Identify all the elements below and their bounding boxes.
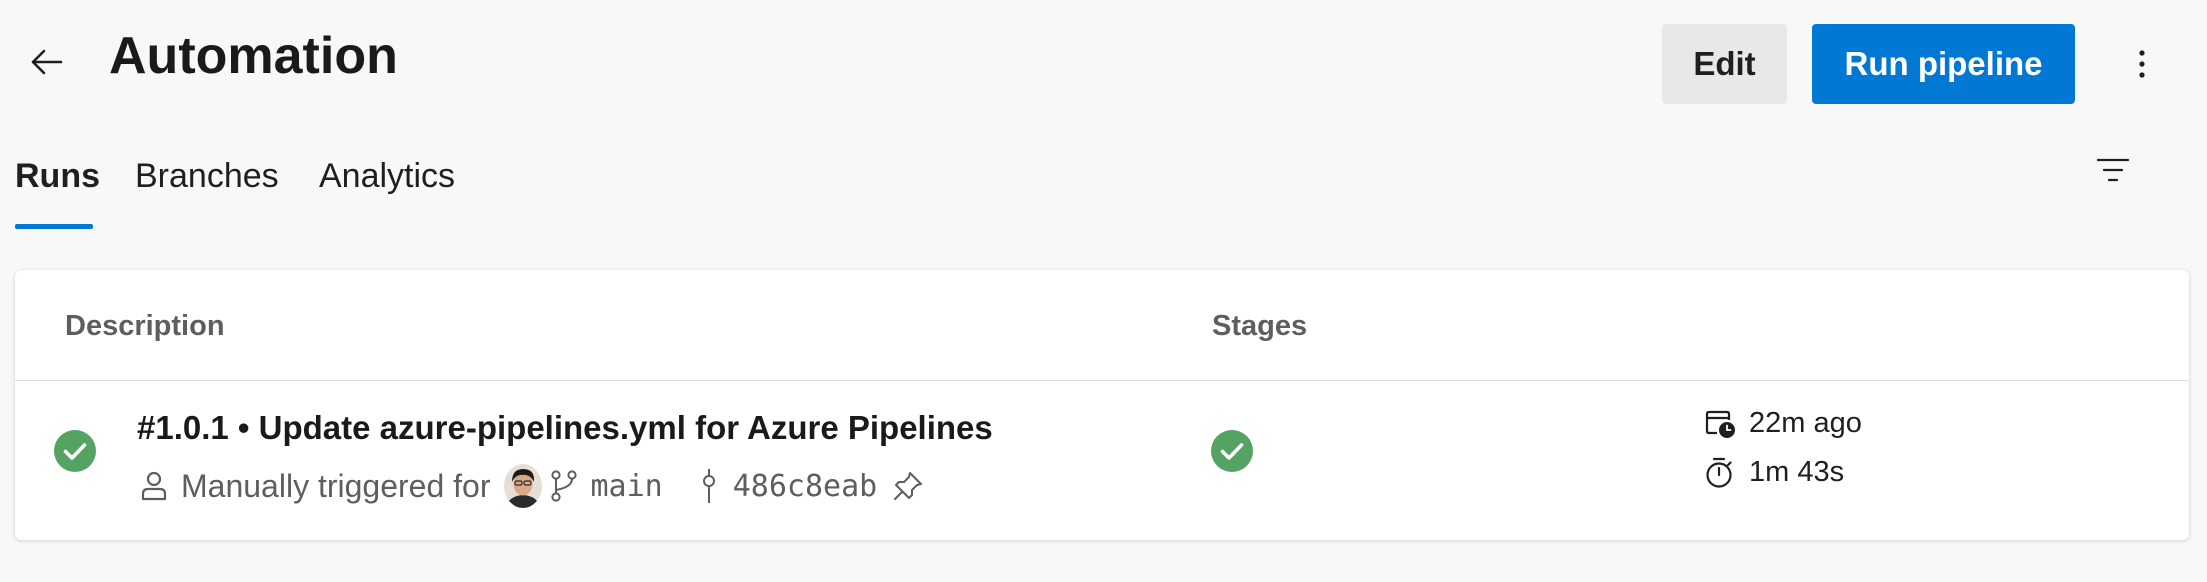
column-header-stages: Stages [1212,310,1308,342]
branch-name[interactable]: main [590,469,662,504]
column-header-description: Description [65,310,225,342]
more-options-button[interactable] [2118,38,2166,90]
stage-success-icon[interactable] [1211,430,1253,472]
stopwatch-icon [1705,457,1733,489]
queued-time: 22m ago [1705,407,1862,440]
duration-text: 1m 43s [1749,456,1845,488]
page-title: Automation [109,27,398,85]
page-header: Automation Edit Run pipeline [0,0,2207,130]
tab-runs[interactable]: Runs [15,140,100,212]
pin-icon[interactable] [893,471,923,501]
person-icon [141,471,167,501]
run-metadata: Manually triggered for main 486c8eab [141,461,923,511]
table-row[interactable]: #1.0.1 • Update azure-pipelines.yml for … [15,381,2189,540]
back-button[interactable] [20,36,72,88]
filter-button[interactable] [2090,148,2136,194]
more-vertical-icon [2139,50,2145,78]
avatar [504,464,543,508]
trigger-text: Manually triggered for [181,467,491,504]
duration: 1m 43s [1705,456,1844,489]
success-check-icon [54,430,96,472]
tab-branches[interactable]: Branches [135,140,279,212]
branch-icon [550,469,578,503]
run-title[interactable]: #1.0.1 • Update azure-pipelines.yml for … [137,409,993,447]
arrow-left-icon [31,49,63,75]
tab-analytics[interactable]: Analytics [319,140,455,212]
runs-table: Description Stages #1.0.1 • Update azure… [15,270,2189,540]
commit-hash[interactable]: 486c8eab [733,469,878,504]
filter-icon [2097,158,2129,182]
commit-icon [699,469,719,503]
edit-button[interactable]: Edit [1662,24,1787,104]
queued-text: 22m ago [1749,407,1862,439]
calendar-clock-icon [1705,408,1737,440]
run-pipeline-button[interactable]: Run pipeline [1812,24,2075,104]
active-tab-indicator [15,224,93,229]
